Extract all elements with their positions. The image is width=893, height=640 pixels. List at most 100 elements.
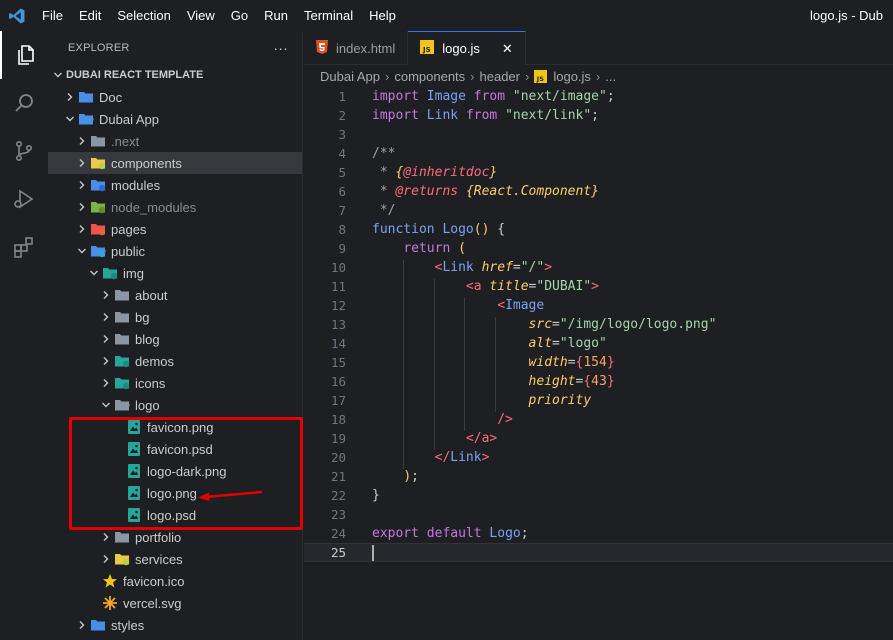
line-number: 4 [338,146,346,161]
tree-folder[interactable]: blog [48,328,302,350]
code-line[interactable]: 7 */ [304,201,893,220]
code-line[interactable]: 11 <a title="DUBAI"> [304,277,893,298]
tab-logo-js[interactable]: JS logo.js ✕ [408,31,526,65]
tree-folder[interactable]: node_modules [48,196,302,218]
line-number: 19 [330,431,346,446]
code-text: ); [403,469,419,484]
close-icon[interactable]: ✕ [502,41,513,57]
code-line[interactable]: 4 /** [304,144,893,163]
source-control-icon[interactable] [0,127,48,175]
tree-folder[interactable]: Doc [48,86,302,108]
title-bar: File Edit Selection View Go Run Terminal Help l… [0,0,893,31]
tree-folder[interactable]: about [48,284,302,306]
code-line[interactable]: 3 [304,125,893,144]
line-number: 12 [330,298,346,313]
tree-folder[interactable]: .next [48,130,302,152]
menu-edit[interactable]: Edit [71,0,109,31]
folder-icon [114,529,130,545]
code-text: height={43} [346,374,615,393]
run-debug-icon[interactable] [0,175,48,223]
tree-folder[interactable]: components [48,152,302,174]
code-line[interactable]: 17 priority [304,391,893,412]
menu-run[interactable]: Run [256,0,296,31]
folder-images-icon [114,375,130,391]
line-number: 23 [330,507,346,522]
tree-file[interactable]: vercel.svg [48,592,302,614]
menu-file[interactable]: File [34,0,71,31]
code-line[interactable]: 15 width={154} [304,353,893,374]
js-icon: JS [420,40,435,57]
code-line[interactable]: 21 ); [304,467,893,486]
code-text: import Image from "next/image"; [372,89,615,104]
folder-pages-icon [90,221,106,237]
line-number: 17 [330,393,346,408]
menu-go[interactable]: Go [223,0,256,31]
vscode-logo-icon [0,0,34,31]
code-line[interactable]: 2 import Link from "next/link"; [304,106,893,125]
workspace-root-label: DUBAI REACT TEMPLATE [66,69,204,81]
chevron-down-icon [62,108,78,130]
code-line[interactable]: 16 height={43} [304,372,893,393]
code-line[interactable]: 22} [304,486,893,505]
code-line[interactable]: 1 import Image from "next/image"; [304,87,893,106]
menu-view[interactable]: View [179,0,223,31]
code-line[interactable]: 24 export default Logo; [304,524,893,543]
chevron-right-icon [74,218,90,240]
explorer-title: EXPLORER [68,41,130,54]
code-text: priority [346,393,591,412]
menu-help[interactable]: Help [361,0,404,31]
extensions-icon[interactable] [0,223,48,271]
tree-folder[interactable]: pages [48,218,302,240]
code-line[interactable]: 18 /> [304,410,893,431]
breadcrumb-item[interactable]: components [394,69,465,84]
code-editor[interactable]: 1 import Image from "next/image"; 2 import … [304,87,893,562]
tree-folder[interactable]: Dubai App [48,108,302,130]
breadcrumb-item[interactable]: header [480,69,520,84]
tree-folder[interactable]: logo [48,394,302,416]
code-line[interactable]: 19 </a> [304,429,893,450]
tree-item-label: bg [135,309,150,325]
tree-folder[interactable]: services [48,548,302,570]
code-line[interactable]: 8 function Logo() { [304,220,893,239]
tree-folder[interactable]: icons [48,372,302,394]
tree-item-label: portfolio [135,529,182,545]
folder-images-icon [102,265,118,281]
tree-folder[interactable]: img [48,262,302,284]
breadcrumb-item[interactable]: Dubai App [320,69,380,84]
tree-file[interactable]: favicon.ico [48,570,302,592]
tree-folder[interactable]: demos [48,350,302,372]
tree-folder[interactable]: bg [48,306,302,328]
chevron-right-icon [98,548,114,570]
code-line[interactable]: 25 [304,543,893,562]
more-actions-icon[interactable]: ··· [273,40,288,56]
line-number: 1 [338,89,346,104]
tree-folder[interactable]: modules [48,174,302,196]
folder-open-icon [78,111,94,127]
code-text [346,544,374,561]
search-icon[interactable] [0,79,48,127]
code-line[interactable]: 20 </Link> [304,448,893,469]
breadcrumb-item[interactable]: ... [605,69,616,84]
code-line[interactable]: 5 * {@inheritdoc} [304,163,893,182]
breadcrumb-item[interactable]: logo.js [553,69,591,84]
folder-components-icon [114,551,130,567]
menu-terminal[interactable]: Terminal [296,0,361,31]
tree-item-label: modules [111,177,161,193]
code-text: function Logo() { [372,222,506,237]
code-line[interactable]: 14 alt="logo" [304,334,893,355]
tab-index-html[interactable]: index.html [304,31,409,65]
code-line[interactable]: 9 return ( [304,239,893,258]
code-line[interactable]: 6 * @returns {React.Component} [304,182,893,201]
code-line[interactable]: 10 <Link href="/"> [304,258,893,279]
code-line[interactable]: 13 src="/img/logo/logo.png" [304,315,893,336]
workspace-root[interactable]: DUBAI REACT TEMPLATE [48,64,302,86]
tree-item-label: img [123,265,144,281]
chevron-right-icon [98,350,114,372]
code-line[interactable]: 12 <Image [304,296,893,317]
tree-folder[interactable]: public [48,240,302,262]
code-line[interactable]: 23 [304,505,893,524]
menu-selection[interactable]: Selection [109,0,178,31]
menu-bar: File Edit Selection View Go Run Terminal Help [34,0,404,31]
tree-folder[interactable]: styles [48,614,302,636]
explorer-icon[interactable] [0,31,48,79]
